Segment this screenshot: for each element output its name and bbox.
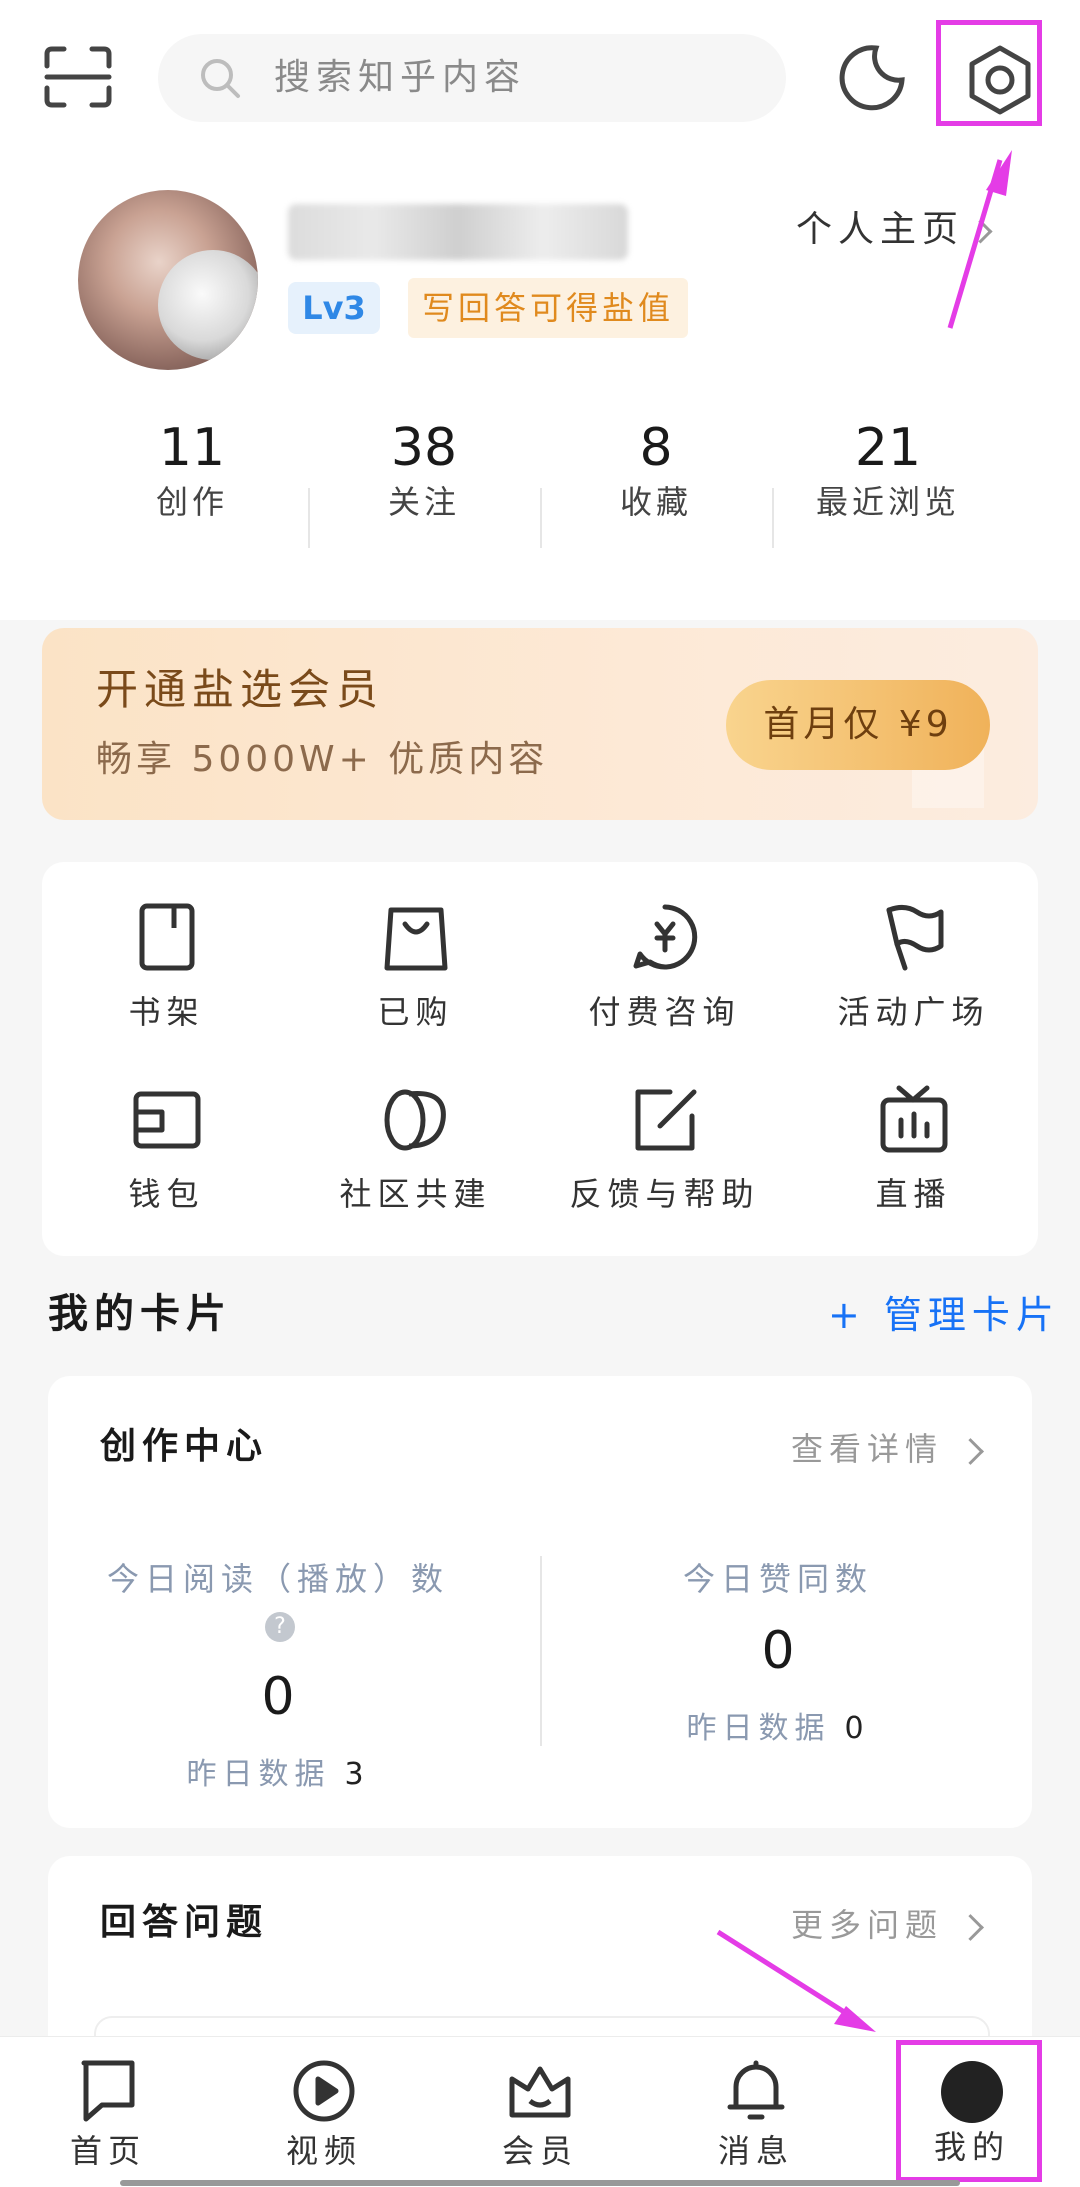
divider xyxy=(540,1556,542,1746)
grid-label: 已购 xyxy=(377,993,454,1031)
community-icon xyxy=(384,1089,446,1151)
search-placeholder: 搜索知乎内容 xyxy=(274,57,527,98)
grid-label: 直播 xyxy=(875,1175,952,1213)
tab-vip[interactable]: 会员 xyxy=(432,2037,648,2187)
reads-value: 0 xyxy=(261,1667,295,1727)
feedback-icon xyxy=(635,1089,696,1151)
creation-center-title: 创作中心 xyxy=(100,1426,269,1467)
tab-label: 消息 xyxy=(717,2132,794,2170)
manage-cards-button[interactable]: + 管理卡片 xyxy=(828,1288,1060,1342)
grid-item-activity[interactable]: 活动广场 xyxy=(789,902,1038,1034)
view-details-link[interactable]: 查看详情 xyxy=(791,1426,984,1472)
yesterday-value: 3 xyxy=(344,1757,370,1792)
tv-icon xyxy=(880,1085,947,1153)
vip-subtitle: 畅享 5000W+ 优质内容 xyxy=(96,739,549,780)
likes-label: 今日赞同数 xyxy=(682,1560,873,1598)
settings-highlight xyxy=(936,20,1042,126)
homepage-link[interactable]: 个人主页 xyxy=(796,206,993,254)
yesterday-label: 昨日数据 xyxy=(686,1711,831,1746)
service-grid: 书架 已购 付费咨询 活动广场 钱包 社区共建 反馈与帮助 直播 xyxy=(42,862,1038,1256)
grid-item-community[interactable]: 社区共建 xyxy=(291,1084,540,1216)
grid-item-purchased[interactable]: 已购 xyxy=(291,902,540,1034)
tab-label: 首页 xyxy=(69,2132,146,2170)
grid-item-bookshelf[interactable]: 书架 xyxy=(42,902,291,1034)
stat-favorites[interactable]: 8 收藏 xyxy=(540,416,772,556)
chevron-right-icon xyxy=(968,218,993,244)
home-indicator xyxy=(120,2180,960,2186)
vip-button[interactable]: 首月仅 ¥9 xyxy=(726,680,990,770)
flag-icon xyxy=(886,904,943,971)
grid-item-wallet[interactable]: 钱包 xyxy=(42,1084,291,1216)
chevron-right-icon xyxy=(957,1437,984,1465)
help-icon[interactable]: ? xyxy=(265,1612,295,1642)
tab-home[interactable]: 首页 xyxy=(0,2037,216,2187)
salt-tip[interactable]: 写回答可得盐值 xyxy=(408,278,689,338)
level-badge[interactable]: Lv3 xyxy=(288,282,380,334)
grid-label: 付费咨询 xyxy=(588,993,741,1031)
grid-item-feedback[interactable]: 反馈与帮助 xyxy=(540,1084,789,1216)
vip-title: 开通盐选会员 xyxy=(96,665,385,714)
creation-center-card: 创作中心 查看详情 今日阅读（播放）数? 0 昨日数据 3 今日赞同数 0 昨日数… xyxy=(48,1376,1032,1828)
grid-label: 钱包 xyxy=(128,1175,205,1213)
answer-questions-title: 回答问题 xyxy=(100,1902,269,1943)
chevron-right-icon xyxy=(957,1913,984,1941)
stat-following[interactable]: 38 关注 xyxy=(308,416,540,556)
crown-icon xyxy=(509,2066,571,2118)
grid-label: 反馈与帮助 xyxy=(569,1175,760,1213)
play-icon xyxy=(293,2060,355,2122)
tab-label: 视频 xyxy=(285,2132,362,2170)
bag-icon xyxy=(384,907,447,971)
grid-label: 社区共建 xyxy=(339,1175,492,1213)
wallet-icon xyxy=(133,1091,200,1149)
username-blurred xyxy=(288,204,628,260)
likes-value: 0 xyxy=(761,1621,795,1681)
home-icon xyxy=(81,2060,135,2122)
tab-messages[interactable]: 消息 xyxy=(648,2037,864,2187)
profile-stats: 11 创作 38 关注 8 收藏 21 最近浏览 xyxy=(76,416,1004,556)
vip-banner[interactable]: 开通盐选会员 畅享 5000W+ 优质内容 首月仅 ¥9 xyxy=(42,628,1038,820)
me-tab-highlight xyxy=(896,2040,1042,2182)
grid-label: 书架 xyxy=(128,993,205,1031)
stat-creations[interactable]: 11 创作 xyxy=(76,416,308,556)
moon-icon[interactable] xyxy=(836,42,908,114)
grid-item-live[interactable]: 直播 xyxy=(789,1084,1038,1216)
my-cards-title: 我的卡片 xyxy=(48,1291,232,1337)
scan-icon[interactable] xyxy=(44,46,112,108)
stat-recent[interactable]: 21 最近浏览 xyxy=(772,416,1004,556)
yesterday-value: 0 xyxy=(844,1711,870,1746)
reads-column[interactable]: 今日阅读（播放）数? 0 昨日数据 3 xyxy=(98,1556,458,1798)
reads-label: 今日阅读（播放）数 xyxy=(106,1560,449,1598)
paid-consult-icon xyxy=(633,904,697,970)
avatar[interactable] xyxy=(78,190,258,370)
tab-label: 会员 xyxy=(501,2132,578,2170)
search-input[interactable]: 搜索知乎内容 xyxy=(158,34,786,122)
bell-icon xyxy=(727,2060,785,2120)
tab-video[interactable]: 视频 xyxy=(216,2037,432,2187)
grid-label: 活动广场 xyxy=(837,993,990,1031)
likes-column[interactable]: 今日赞同数 0 昨日数据 0 xyxy=(608,1556,948,1752)
yesterday-label: 昨日数据 xyxy=(186,1757,331,1792)
bookshelf-icon xyxy=(139,903,194,971)
grid-item-paid-consult[interactable]: 付费咨询 xyxy=(540,902,789,1034)
search-icon xyxy=(201,59,240,98)
more-questions-link[interactable]: 更多问题 xyxy=(791,1902,984,1948)
